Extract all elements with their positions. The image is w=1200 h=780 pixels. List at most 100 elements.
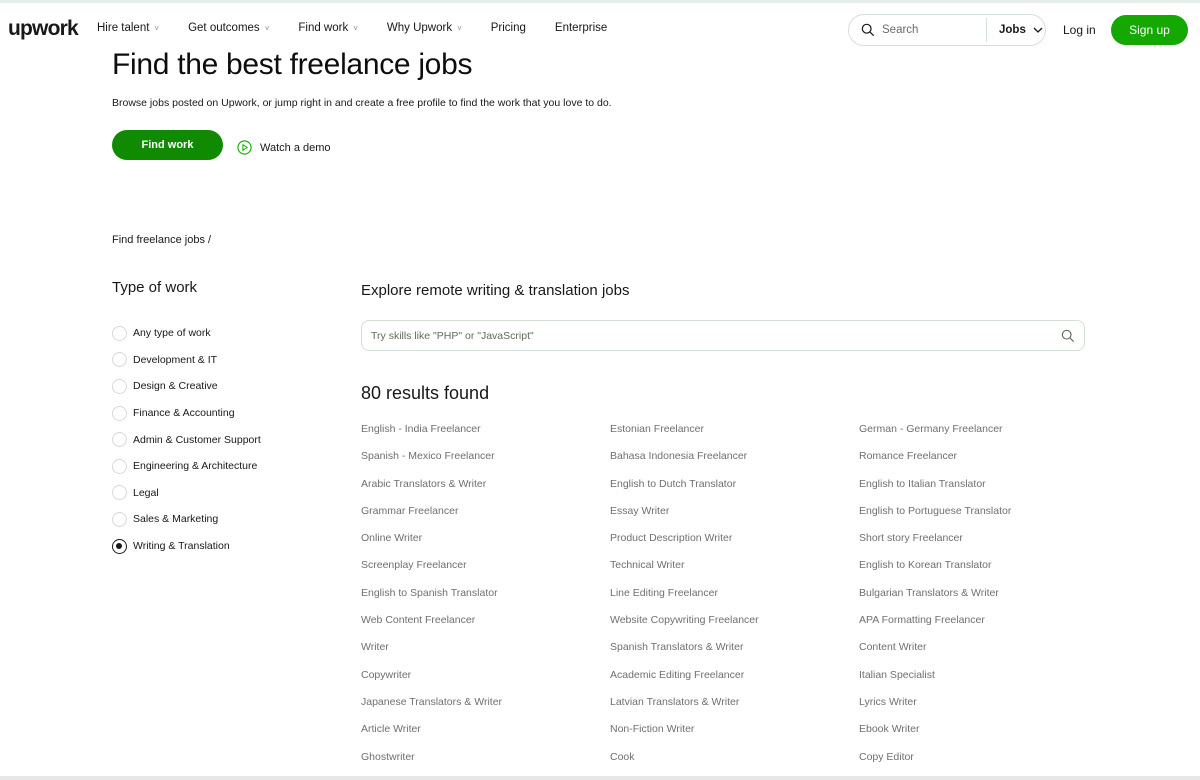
login-link[interactable]: Log in xyxy=(1063,23,1096,37)
job-category-link[interactable]: Short story Freelancer xyxy=(859,532,1108,559)
type-of-work-label: Admin & Customer Support xyxy=(133,433,261,446)
nav-item-label: Enterprise xyxy=(554,22,608,34)
skill-search-field[interactable] xyxy=(361,320,1085,351)
breadcrumb[interactable]: Find freelance jobs / xyxy=(112,234,211,246)
nav-item-label: Pricing xyxy=(490,22,526,34)
type-of-work-option[interactable]: Design & Creative xyxy=(112,373,261,400)
radio-unselected[interactable] xyxy=(112,432,127,448)
upwork-logo[interactable]: upwork xyxy=(8,17,79,41)
chevron-down-icon: ˅ xyxy=(154,23,160,33)
nav-item-hire-talent[interactable]: Hire talent ˅ xyxy=(97,22,159,34)
job-category-link[interactable]: Arabic Translators & Writer xyxy=(361,478,610,505)
type-of-work-label: Finance & Accounting xyxy=(133,407,235,420)
radio-selected[interactable] xyxy=(112,538,127,554)
job-category-link[interactable]: Web Content Freelancer xyxy=(361,614,610,641)
find-work-button[interactable]: Find work xyxy=(112,130,223,160)
chevron-down-icon: ˅ xyxy=(457,23,462,33)
job-category-link[interactable]: Copywriter xyxy=(361,669,610,696)
job-category-link[interactable]: Website Copywriting Freelancer xyxy=(610,614,859,641)
type-of-work-options: Any type of work Development & IT Design &… xyxy=(112,320,261,559)
radio-unselected[interactable] xyxy=(112,485,127,501)
job-category-link[interactable]: Estonian Freelancer xyxy=(610,423,859,450)
radio-unselected[interactable] xyxy=(112,352,127,368)
job-category-link[interactable]: Lyrics Writer xyxy=(859,696,1108,723)
nav-item-label: Why Upwork xyxy=(386,22,453,34)
radio-unselected[interactable] xyxy=(112,378,127,394)
nav-item-pricing[interactable]: Pricing xyxy=(491,22,526,34)
job-category-link[interactable]: Bulgarian Translators & Writer xyxy=(859,587,1108,614)
signup-button[interactable]: Sign up xyxy=(1111,15,1188,45)
job-category-link[interactable]: Grammar Freelancer xyxy=(361,505,610,532)
job-category-link[interactable]: English to Korean Translator xyxy=(859,559,1108,586)
job-category-link[interactable]: Article Writer xyxy=(361,723,610,750)
job-category-link[interactable]: Screenplay Freelancer xyxy=(361,559,610,586)
radio-unselected[interactable] xyxy=(112,458,127,474)
job-category-link[interactable]: Spanish - Mexico Freelancer xyxy=(361,450,610,477)
type-of-work-title: Type of work xyxy=(112,279,198,296)
main-nav: Hire talent ˅ Get outcomes ˅ Find work ˅ Why U… xyxy=(97,22,636,34)
hero-subtitle: Browse jobs posted on Upwork, or jump ri… xyxy=(112,97,612,109)
type-of-work-option[interactable]: Engineering & Architecture xyxy=(112,453,261,480)
type-of-work-label: Writing & Translation xyxy=(133,540,230,553)
type-of-work-option[interactable]: Writing & Translation xyxy=(112,533,261,560)
job-category-link[interactable]: Content Writer xyxy=(859,641,1108,668)
chevron-down-icon xyxy=(1033,27,1043,33)
job-category-link[interactable]: Essay Writer xyxy=(610,505,859,532)
nav-item-find-work[interactable]: Find work ˅ xyxy=(298,22,358,34)
job-category-link[interactable]: Spanish Translators & Writer xyxy=(610,641,859,668)
job-category-link[interactable]: Online Writer xyxy=(361,532,610,559)
job-category-link[interactable]: English to Portuguese Translator xyxy=(859,505,1108,532)
chevron-down-icon: ˅ xyxy=(264,23,270,33)
job-category-link[interactable]: Non-Fiction Writer xyxy=(610,723,859,750)
type-of-work-label: Legal xyxy=(133,486,159,499)
job-category-link[interactable]: Latvian Translators & Writer xyxy=(610,696,859,723)
job-category-link[interactable]: Copy Editor xyxy=(859,751,1108,778)
job-category-link[interactable]: Ebook Writer xyxy=(859,723,1108,750)
watch-demo-link[interactable]: Watch a demo xyxy=(237,140,331,155)
explore-title: Explore remote writing & translation job… xyxy=(361,282,630,299)
type-of-work-label: Development & IT xyxy=(133,353,218,366)
job-category-link[interactable]: APA Formatting Freelancer xyxy=(859,614,1108,641)
job-category-link[interactable]: Ghostwriter xyxy=(361,751,610,778)
job-category-link[interactable]: Writer xyxy=(361,641,610,668)
type-of-work-option[interactable]: Development & IT xyxy=(112,347,261,374)
job-category-link[interactable]: Cook xyxy=(610,751,859,778)
search-scope-dropdown[interactable]: Jobs xyxy=(999,24,1043,36)
job-category-link[interactable]: English - India Freelancer xyxy=(361,423,610,450)
radio-unselected[interactable] xyxy=(112,325,127,341)
type-of-work-option[interactable]: Finance & Accounting xyxy=(112,400,261,427)
play-circle-icon xyxy=(237,140,252,155)
search-icon[interactable] xyxy=(1061,329,1075,343)
job-category-link[interactable]: Bahasa Indonesia Freelancer xyxy=(610,450,859,477)
job-category-link[interactable]: Academic Editing Freelancer xyxy=(610,669,859,696)
nav-item-get-outcomes[interactable]: Get outcomes ˅ xyxy=(188,22,269,34)
radio-unselected[interactable] xyxy=(112,511,127,527)
header-search[interactable]: Search Jobs xyxy=(848,14,1046,46)
job-category-link[interactable]: Product Description Writer xyxy=(610,532,859,559)
type-of-work-option[interactable]: Admin & Customer Support xyxy=(112,426,261,453)
search-scope-label: Jobs xyxy=(999,24,1026,36)
job-category-link[interactable]: English to Spanish Translator xyxy=(361,587,610,614)
job-category-link[interactable]: Technical Writer xyxy=(610,559,859,586)
job-category-link[interactable]: English to Dutch Translator xyxy=(610,478,859,505)
search-input[interactable]: Search xyxy=(882,24,986,36)
job-category-link[interactable]: Japanese Translators & Writer xyxy=(361,696,610,723)
skill-search-input[interactable] xyxy=(371,329,1031,342)
type-of-work-option[interactable]: Legal xyxy=(112,480,261,507)
job-category-grid: English - India Freelancer Estonian Freel… xyxy=(361,423,1121,778)
type-of-work-label: Any type of work xyxy=(133,327,211,340)
type-of-work-label: Sales & Marketing xyxy=(133,513,219,526)
hero-title: Find the best freelance jobs xyxy=(112,48,473,81)
job-category-link[interactable]: Italian Specialist xyxy=(859,669,1108,696)
job-category-link[interactable]: Line Editing Freelancer xyxy=(610,587,859,614)
type-of-work-option[interactable]: Sales & Marketing xyxy=(112,506,261,533)
job-category-link[interactable]: German - Germany Freelancer xyxy=(859,423,1108,450)
nav-item-why-upwork[interactable]: Why Upwork ˅ xyxy=(387,22,462,34)
job-category-link[interactable]: English to Italian Translator xyxy=(859,478,1108,505)
job-category-link[interactable]: Romance Freelancer xyxy=(859,450,1108,477)
type-of-work-label: Engineering & Architecture xyxy=(133,460,258,473)
type-of-work-option[interactable]: Any type of work xyxy=(112,320,261,347)
radio-unselected[interactable] xyxy=(112,405,127,421)
nav-item-enterprise[interactable]: Enterprise xyxy=(555,22,607,34)
chevron-down-icon: ˅ xyxy=(353,23,358,33)
